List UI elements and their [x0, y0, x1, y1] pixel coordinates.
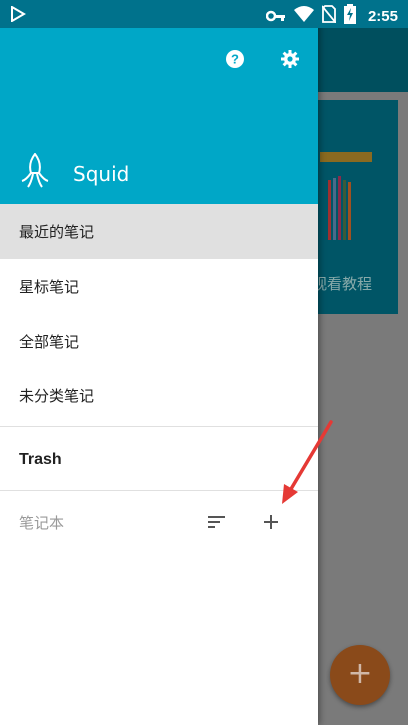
menu-item-label: 全部笔记	[19, 333, 80, 351]
svg-text:?: ?	[231, 52, 239, 67]
menu-item-recent-notes[interactable]: 最近的笔记	[0, 204, 318, 259]
help-icon[interactable]: ?	[226, 50, 244, 72]
add-icon[interactable]	[264, 512, 278, 532]
menu-item-trash[interactable]: Trash	[0, 432, 318, 487]
settings-icon[interactable]	[281, 50, 299, 72]
app-name: Squid	[73, 162, 130, 186]
sort-icon[interactable]	[208, 514, 226, 533]
menu-item-label: Trash	[19, 450, 62, 468]
pencils-illustration	[320, 152, 372, 240]
menu-item-starred-notes[interactable]: 星标笔记	[0, 259, 318, 314]
drawer-header: ? Squid	[0, 28, 318, 204]
background-toolbar	[318, 28, 408, 92]
squid-logo-icon	[20, 152, 50, 193]
tutorial-text: 观看教程	[312, 275, 373, 293]
menu-item-label: 未分类笔记	[19, 387, 95, 405]
menu-item-all-notes[interactable]: 全部笔记	[0, 314, 318, 369]
menu-item-label: 最近的笔记	[19, 223, 95, 241]
divider	[0, 490, 318, 491]
status-time: 2:55	[367, 7, 398, 25]
status-bar: 2:55	[0, 0, 408, 28]
wifi-icon	[293, 6, 314, 26]
menu-item-label: 星标笔记	[19, 278, 80, 296]
add-note-fab[interactable]: +	[330, 645, 390, 705]
play-store-icon	[10, 5, 26, 26]
menu-item-uncategorized-notes[interactable]: 未分类笔记	[0, 368, 318, 423]
key-icon	[265, 7, 286, 26]
no-sim-icon	[321, 5, 337, 27]
notebooks-label: 笔记本	[19, 514, 65, 532]
divider	[0, 426, 318, 427]
battery-charging-icon	[343, 4, 356, 28]
annotation-arrow-icon	[282, 420, 333, 504]
navigation-drawer: ? Squid 最近的笔记 星标笔记 全部笔记 未分类笔记 Trash 笔记本	[0, 0, 318, 725]
